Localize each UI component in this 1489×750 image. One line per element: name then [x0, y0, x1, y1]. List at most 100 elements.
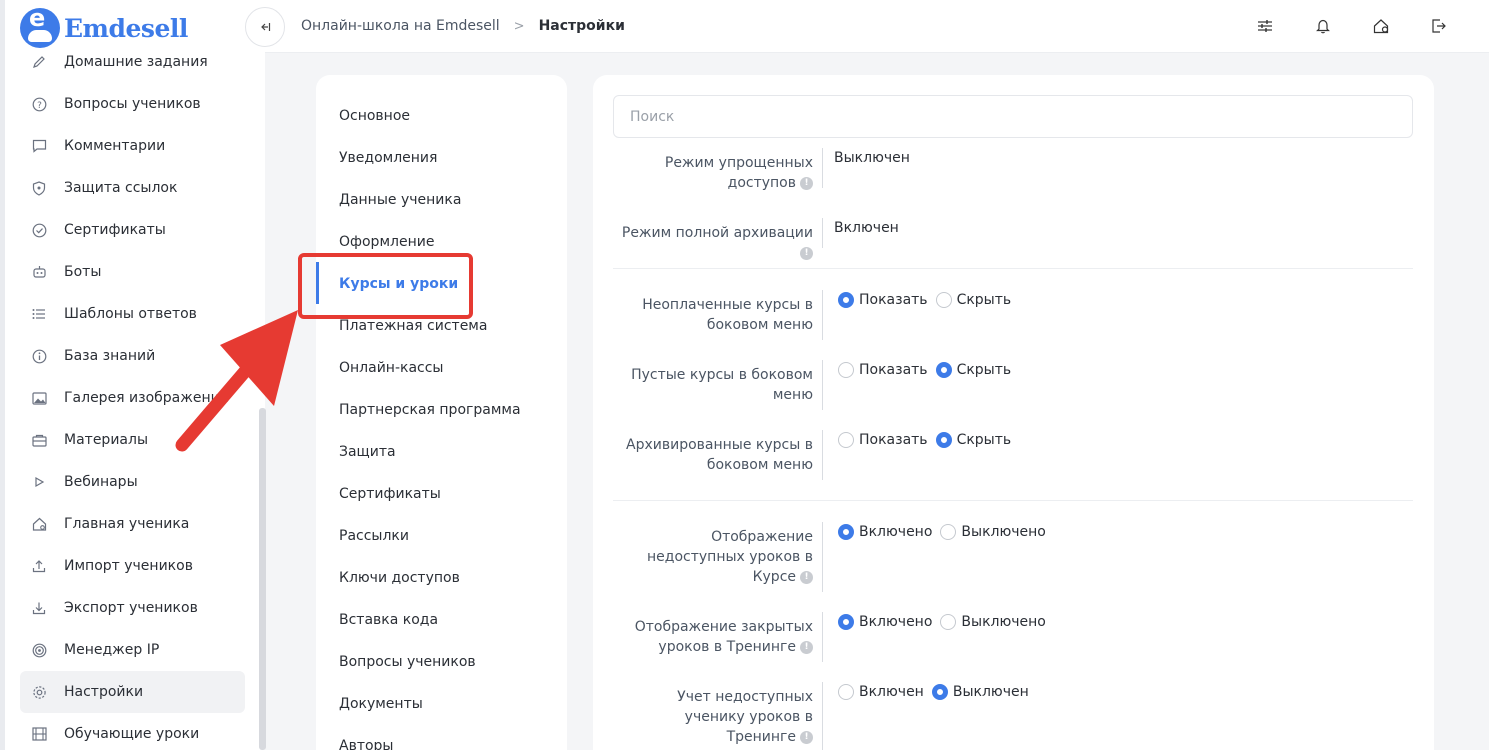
settings-item-documents[interactable]: Документы: [339, 696, 423, 712]
settings-content: Режим упрощенных доступов! Выключен Режи…: [593, 75, 1434, 750]
info-icon[interactable]: !: [800, 246, 813, 260]
sidebar-item-student-home[interactable]: Главная ученика: [20, 503, 245, 545]
top-bar: Онлайн-школа на Emdesell > Настройки: [245, 0, 1489, 53]
settings-item-protection[interactable]: Защита: [339, 444, 396, 460]
sidebar-item-import-students[interactable]: Импорт учеников: [20, 545, 245, 587]
sidebar-item-homework[interactable]: Домашние задания: [20, 41, 245, 83]
radio-dot[interactable]: [940, 614, 957, 630]
collapse-sidebar-button[interactable]: [245, 7, 285, 47]
setting-label-empty-courses: Пустые курсы в боковом меню: [631, 367, 813, 403]
question-icon: ?: [31, 96, 47, 112]
highlight-box: [298, 253, 473, 319]
settings-item-student-data[interactable]: Данные ученика: [339, 192, 461, 208]
bot-icon: [31, 264, 47, 280]
settings-item-notifications[interactable]: Уведомления: [339, 150, 437, 166]
sidebar-item-ip-manager[interactable]: Менеджер IP: [20, 629, 245, 671]
sidebar-item-tutorials[interactable]: Обучающие уроки: [20, 713, 245, 750]
radio-dot[interactable]: [935, 362, 952, 378]
radio-group-empty-courses: Показать Скрыть: [838, 362, 1019, 378]
top-actions: [1255, 16, 1449, 36]
info-icon[interactable]: !: [800, 176, 813, 190]
svg-text:?: ?: [37, 101, 42, 111]
setting-value-full-archive[interactable]: Включен: [834, 220, 899, 236]
radio-dot[interactable]: [838, 524, 854, 540]
radio-group-count-unavailable: Включен Выключен: [838, 684, 1037, 700]
image-icon: [31, 390, 47, 406]
search-input[interactable]: [613, 95, 1413, 138]
radio-disabled[interactable]: Выключено: [940, 614, 1046, 630]
radio-dot[interactable]: [935, 432, 952, 448]
radio-dot[interactable]: [838, 362, 854, 378]
bell-icon[interactable]: [1313, 16, 1333, 36]
settings-item-design[interactable]: Оформление: [339, 234, 434, 250]
radio-dot[interactable]: [931, 684, 948, 700]
settings-item-access-keys[interactable]: Ключи доступов: [339, 570, 460, 586]
certificate-icon: [31, 222, 47, 238]
settings-item-authors[interactable]: Авторы: [339, 738, 394, 750]
sidebar-item-student-questions[interactable]: ? Вопросы учеников: [20, 83, 245, 125]
sidebar-item-settings[interactable]: Настройки: [20, 671, 245, 713]
radio-dot[interactable]: [838, 432, 854, 448]
chevron-right-icon: >: [513, 18, 525, 34]
radio-enabled[interactable]: Включен: [838, 684, 924, 700]
sidebar-item-link-protection[interactable]: Защита ссылок: [20, 167, 245, 209]
pencil-icon: [31, 54, 47, 70]
settings-item-general[interactable]: Основное: [339, 108, 410, 124]
target-icon: [31, 642, 47, 658]
folder-icon: [31, 432, 47, 448]
section-divider: [613, 268, 1413, 269]
sidebar-item-certificates[interactable]: Сертификаты: [20, 209, 245, 251]
sidebar-item-comments[interactable]: Комментарии: [20, 125, 245, 167]
radio-hide[interactable]: Скрыть: [935, 432, 1011, 448]
radio-show[interactable]: Показать: [838, 292, 928, 308]
sliders-icon[interactable]: [1255, 16, 1275, 36]
settings-item-student-questions[interactable]: Вопросы учеников: [339, 654, 476, 670]
download-icon: [31, 600, 47, 616]
radio-show[interactable]: Показать: [838, 432, 928, 448]
radio-enabled[interactable]: Включено: [838, 524, 932, 540]
info-icon[interactable]: !: [800, 640, 813, 654]
logout-icon[interactable]: [1429, 16, 1449, 36]
settings-item-certificates[interactable]: Сертификаты: [339, 486, 441, 502]
sidebar-item-bots[interactable]: Боты: [20, 251, 245, 293]
radio-dot[interactable]: [935, 292, 952, 308]
home-gear-icon[interactable]: [1371, 16, 1391, 36]
info-icon[interactable]: !: [800, 570, 813, 584]
list-icon: [31, 306, 47, 322]
info-icon[interactable]: !: [800, 730, 813, 744]
section-divider: [613, 500, 1413, 501]
radio-dot[interactable]: [838, 684, 854, 700]
radio-hide[interactable]: Скрыть: [935, 292, 1011, 308]
radio-disabled[interactable]: Выключено: [940, 524, 1046, 540]
play-icon: [31, 474, 47, 490]
radio-group-closed-lessons: Включено Выключено: [838, 614, 1054, 630]
radio-dot[interactable]: [940, 524, 957, 540]
setting-label-simple-access: Режим упрощенных доступов!: [664, 155, 813, 191]
sidebar-item-webinars[interactable]: Вебинары: [20, 461, 245, 503]
film-icon: [31, 726, 47, 742]
setting-label-unpaid-courses: Неоплаченные курсы в боковом меню: [642, 297, 813, 333]
radio-hide[interactable]: Скрыть: [935, 362, 1011, 378]
settings-item-affiliate[interactable]: Партнерская программа: [339, 402, 521, 418]
settings-item-mailings[interactable]: Рассылки: [339, 528, 409, 544]
radio-show[interactable]: Показать: [838, 362, 928, 378]
annotation-arrow-icon: [175, 310, 298, 452]
radio-group-unpaid-courses: Показать Скрыть: [838, 292, 1019, 308]
radio-group-archived-courses: Показать Скрыть: [838, 432, 1019, 448]
radio-dot[interactable]: [838, 614, 854, 630]
settings-item-payment-system[interactable]: Платежная система: [339, 318, 487, 334]
breadcrumb-school[interactable]: Онлайн-школа на Emdesell: [301, 18, 500, 34]
radio-enabled[interactable]: Включено: [838, 614, 932, 630]
home-icon: [31, 516, 47, 532]
setting-value-simple-access[interactable]: Выключен: [834, 150, 910, 166]
settings-item-code-insert[interactable]: Вставка кода: [339, 612, 438, 628]
settings-menu: Основное Уведомления Данные ученика Офор…: [316, 75, 567, 750]
radio-dot[interactable]: [838, 292, 854, 308]
collapse-icon: [261, 23, 271, 31]
gear-icon: [31, 684, 47, 700]
setting-label-unavailable-lessons: Отображение недоступных уроков в Курсе!: [647, 529, 813, 585]
settings-item-online-cash[interactable]: Онлайн-кассы: [339, 360, 444, 376]
sidebar-item-export-students[interactable]: Экспорт учеников: [20, 587, 245, 629]
radio-disabled[interactable]: Выключен: [931, 684, 1029, 700]
info-icon: [31, 348, 47, 364]
